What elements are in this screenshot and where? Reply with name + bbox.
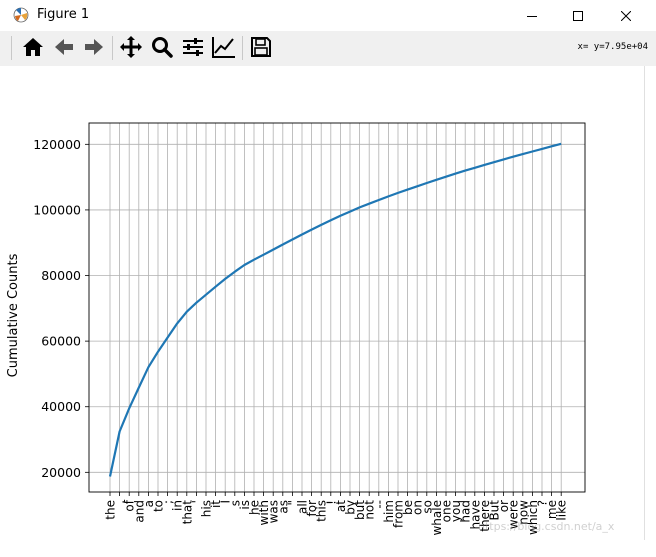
configure-subplots-button[interactable]: [179, 35, 207, 63]
arrow-right-icon: [83, 36, 105, 62]
background-window-strip: https://blog.csdn.net/a_x: [0, 540, 656, 553]
y-tick-label: 60000: [41, 334, 81, 349]
maximize-button[interactable]: [555, 0, 601, 31]
y-axis-label: Cumulative Counts: [6, 253, 21, 377]
home-button[interactable]: [19, 35, 47, 63]
toolbar-separator: [242, 36, 243, 60]
figure-canvas[interactable]: 20000400006000080000100000120000the,ofan…: [0, 66, 656, 553]
save-button[interactable]: [247, 35, 275, 63]
line-chart[interactable]: 20000400006000080000100000120000the,ofan…: [0, 66, 656, 553]
minimize-button[interactable]: [509, 0, 555, 31]
magnifier-icon: [151, 36, 173, 62]
background-watermark: https://blog.csdn.net/a_x: [478, 520, 614, 533]
floppy-icon: [250, 36, 272, 62]
cursor-coordinates: x= y=7.95e+04: [578, 42, 648, 52]
sliders-icon: [182, 36, 204, 62]
toolbar-separator: [112, 36, 113, 60]
plot-area: [89, 123, 585, 492]
y-tick-label: 80000: [41, 268, 81, 283]
zoom-button[interactable]: [148, 35, 176, 63]
y-tick-label: 40000: [41, 399, 81, 414]
maximize-icon: [573, 6, 583, 25]
toolbar-grip: [11, 36, 12, 60]
close-button[interactable]: [603, 0, 649, 31]
y-tick-label: 20000: [41, 465, 81, 480]
matplotlib-logo-icon: [13, 7, 29, 23]
y-tick-label: 100000: [33, 202, 81, 217]
figure-window: Figure 1: [0, 0, 656, 553]
x-tick-label: like: [555, 500, 569, 521]
home-icon: [22, 36, 44, 62]
arrow-left-icon: [53, 36, 75, 62]
forward-button[interactable]: [80, 35, 108, 63]
window-title: Figure 1: [37, 7, 89, 22]
move-icon: [120, 36, 142, 62]
title-bar[interactable]: Figure 1: [0, 0, 656, 31]
line-chart-icon: [212, 36, 236, 62]
background-window-edge: [644, 66, 656, 553]
edit-axis-button[interactable]: [210, 35, 238, 63]
navigation-toolbar: x= y=7.95e+04: [0, 31, 656, 66]
back-button[interactable]: [50, 35, 78, 63]
close-icon: [621, 6, 631, 25]
y-tick-label: 120000: [33, 137, 81, 152]
pan-button[interactable]: [117, 35, 145, 63]
minimize-icon: [527, 6, 537, 25]
